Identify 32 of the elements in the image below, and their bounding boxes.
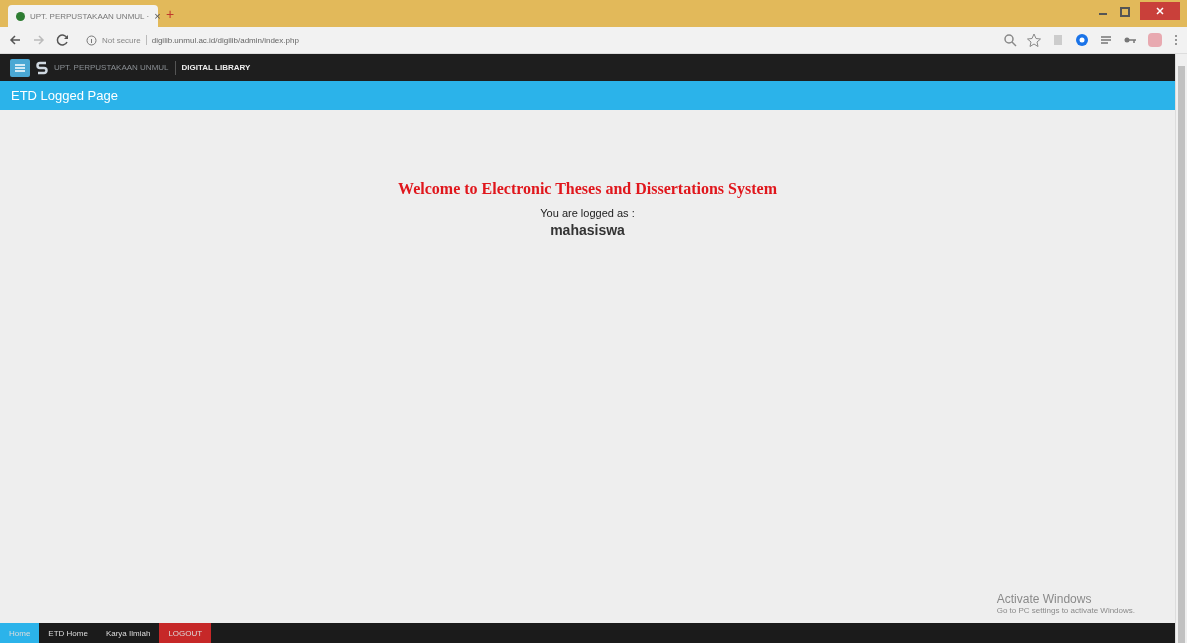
list-icon[interactable] — [1099, 33, 1113, 47]
back-icon[interactable] — [8, 33, 22, 47]
page-title: ETD Logged Page — [11, 88, 118, 103]
forward-icon[interactable] — [32, 33, 46, 47]
section-label[interactable]: DIGITAL LIBRARY — [181, 63, 251, 72]
profile-icon[interactable] — [1147, 32, 1163, 48]
zoom-icon[interactable] — [1003, 33, 1017, 47]
star-icon[interactable] — [1027, 33, 1041, 47]
menu-icon[interactable] — [10, 58, 30, 77]
brand-name[interactable]: UPT. PERPUSTAKAAN UNMUL — [54, 63, 169, 72]
tab-title: UPT. PERPUSTAKAAN UNMUL · — [30, 11, 150, 21]
favicon-icon — [16, 11, 25, 21]
browser-tab[interactable]: UPT. PERPUSTAKAAN UNMUL · × — [8, 5, 158, 27]
nav-link[interactable]: ETD Home — [39, 623, 97, 643]
activation-title: Activate Windows — [996, 592, 1093, 606]
welcome-heading: Welcome to Electronic Theses and Dissertations System — [398, 180, 777, 198]
logout-button[interactable]: LOGOUT — [159, 623, 212, 643]
activation-message: Go to PC settings to activate Windows. — [996, 606, 1135, 615]
nav-link[interactable]: Karya Ilmiah — [96, 623, 160, 643]
close-window-icon[interactable] — [1140, 2, 1180, 20]
maximize-icon[interactable] — [1118, 5, 1132, 19]
info-icon — [86, 34, 97, 46]
logged-label: You are logged as : — [540, 207, 635, 219]
scrollbar[interactable] — [1175, 54, 1187, 643]
reload-icon[interactable] — [56, 33, 70, 47]
extension-icon[interactable] — [1075, 33, 1089, 47]
logo-icon — [36, 59, 48, 76]
username: mahasiswa — [550, 222, 625, 238]
url-text: digilib.unmul.ac.id/digilib/admin/index.php — [151, 35, 299, 45]
close-tab-button[interactable]: × — [154, 10, 161, 22]
security-label: Not secure — [102, 35, 141, 45]
new-tab-button[interactable]: + — [166, 5, 175, 22]
